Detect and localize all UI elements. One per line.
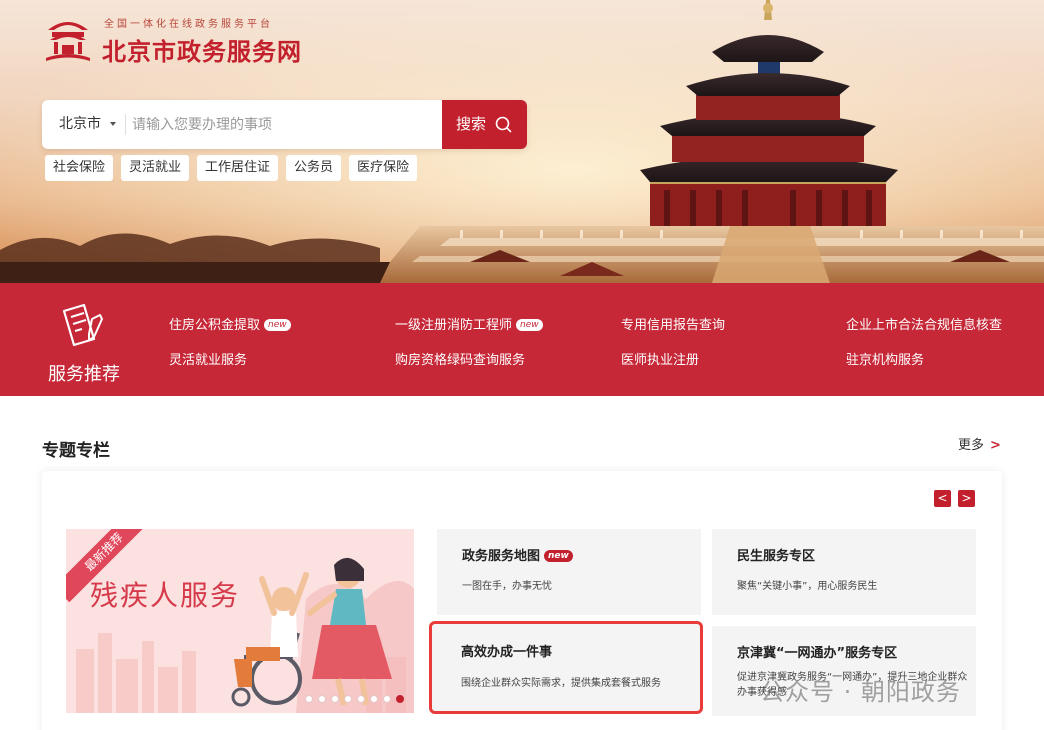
service-link[interactable]: 专用信用报告查询: [621, 314, 725, 333]
more-link[interactable]: 更多 >: [958, 434, 1001, 453]
service-link[interactable]: 一级注册消防工程师 new: [395, 314, 543, 333]
service-link-label: 购房资格绿码查询服务: [395, 353, 526, 368]
more-label: 更多: [958, 438, 985, 453]
hero-banner: 全国一体化在线政务服务平台 北京市政务服务网 北京市 搜索 社会保险 灵活就业 …: [0, 0, 1044, 283]
topic-card[interactable]: 民生服务专区 聚焦“关键小事”，用心服务民生: [712, 529, 976, 615]
site-name: 北京市政务服务网: [102, 38, 302, 66]
chevron-down-icon[interactable]: [110, 122, 116, 126]
service-link[interactable]: 医师执业注册: [621, 349, 699, 368]
search-icon: [495, 116, 512, 133]
topic-card-title-text: 政务服务地图: [462, 549, 541, 564]
search-bar: 北京市 搜索: [42, 100, 527, 149]
featured-banner[interactable]: 最新推荐 残疾人服务: [66, 529, 414, 713]
hot-tag[interactable]: 医疗保险: [349, 155, 418, 181]
beijing-emblem-icon: [46, 22, 90, 61]
service-link-label: 住房公积金提取: [169, 318, 261, 333]
topic-card-title: 京津冀“一网通办”服务专区: [737, 646, 898, 661]
service-link-label: 医师执业注册: [621, 353, 700, 368]
hot-tag[interactable]: 公务员: [286, 155, 342, 181]
site-slogan: 全国一体化在线政务服务平台: [104, 19, 273, 30]
new-badge: new: [516, 319, 543, 331]
hot-tag[interactable]: 灵活就业: [121, 155, 190, 181]
carousel-dot[interactable]: [370, 695, 378, 703]
new-badge: new: [264, 319, 291, 331]
watermark: 公众号 · 朝阳政务: [760, 678, 961, 706]
hot-tag[interactable]: 工作居住证: [197, 155, 279, 181]
prev-arrow-button[interactable]: <: [934, 490, 951, 507]
search-input[interactable]: [132, 100, 437, 149]
new-badge: new: [544, 550, 573, 562]
service-link[interactable]: 住房公积金提取 new: [169, 314, 291, 333]
hot-tags: 社会保险 灵活就业 工作居住证 公务员 医疗保险: [45, 155, 418, 181]
carousel-dot[interactable]: [344, 695, 352, 703]
topic-card-title: 民生服务专区: [737, 549, 816, 564]
service-link-label: 灵活就业服务: [169, 353, 248, 368]
carousel-dots: [305, 695, 404, 703]
topic-card-desc: 一图在手，办事无忧: [462, 581, 552, 592]
hot-tag[interactable]: 社会保险: [45, 155, 114, 181]
carousel-dot[interactable]: [357, 695, 365, 703]
disability-service-illustration: [66, 529, 414, 713]
search-button[interactable]: 搜索: [442, 100, 527, 149]
carousel-dot[interactable]: [396, 695, 404, 703]
next-arrow-button[interactable]: >: [958, 490, 975, 507]
carousel-dot[interactable]: [383, 695, 391, 703]
chevron-right-icon: >: [990, 438, 1001, 453]
topics-title: 专题专栏: [42, 441, 110, 461]
topic-card-desc: 聚焦“关键小事”，用心服务民生: [737, 581, 878, 592]
topic-card-title: 政务服务地图 new: [462, 545, 573, 564]
service-link-label: 专用信用报告查询: [621, 318, 726, 333]
service-link[interactable]: 企业上市合法合规信息核查: [846, 314, 1002, 333]
document-pen-icon: [56, 301, 106, 351]
service-link[interactable]: 驻京机构服务: [846, 349, 924, 368]
service-link-label: 企业上市合法合规信息核查: [846, 318, 1003, 333]
topic-card-title: 高效办成一件事: [461, 645, 553, 660]
topic-card-desc: 围绕企业群众实际需求，提供集成套餐式服务: [461, 678, 661, 689]
service-link[interactable]: 购房资格绿码查询服务: [395, 349, 525, 368]
service-link[interactable]: 灵活就业服务: [169, 349, 247, 368]
carousel-dot[interactable]: [305, 695, 313, 703]
page: 全国一体化在线政务服务平台 北京市政务服务网 北京市 搜索 社会保险 灵活就业 …: [0, 0, 1044, 730]
topic-card[interactable]: 政务服务地图 new 一图在手，办事无忧: [437, 529, 701, 615]
search-divider: [125, 114, 126, 135]
service-recommend-title: 服务推荐: [48, 364, 120, 385]
search-button-label: 搜索: [456, 115, 487, 133]
topic-card-highlighted[interactable]: 高效办成一件事 围绕企业群众实际需求，提供集成套餐式服务: [429, 621, 703, 714]
banner-title: 残疾人服务: [90, 579, 241, 612]
service-link-label: 一级注册消防工程师: [395, 318, 513, 333]
site-logo[interactable]: 全国一体化在线政务服务平台 北京市政务服务网: [42, 12, 322, 66]
carousel-dot[interactable]: [318, 695, 326, 703]
service-link-label: 驻京机构服务: [846, 353, 925, 368]
carousel-dot[interactable]: [331, 695, 339, 703]
service-recommend-band: 服务推荐 住房公积金提取 new 一级注册消防工程师 new 专用信用报告查询 企业…: [0, 283, 1044, 396]
